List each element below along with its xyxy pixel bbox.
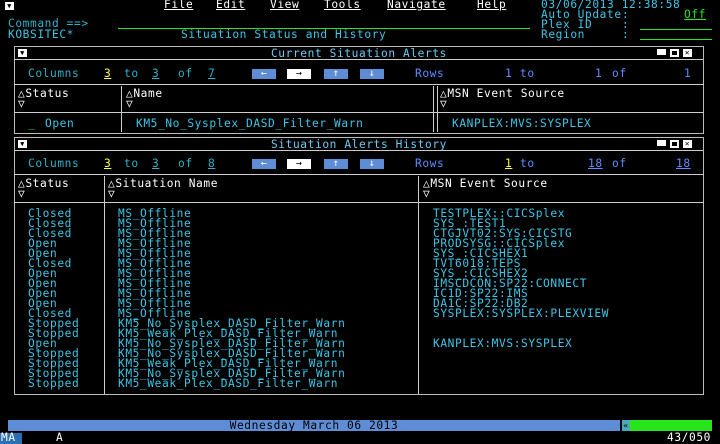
rows-label: Rows bbox=[415, 67, 445, 80]
history-header-situation-name[interactable]: △Situation Name bbox=[108, 178, 218, 189]
close-icon[interactable]: ✕ bbox=[683, 49, 692, 57]
indicator-icon: « bbox=[622, 420, 630, 431]
row-select-input[interactable]: _ bbox=[28, 118, 35, 129]
menu-file[interactable]: File bbox=[164, 0, 193, 10]
history-row-situation-name[interactable]: KM5_Weak_Plex_DASD_Filter_Warn bbox=[118, 378, 338, 389]
history-title: Situation Alerts History bbox=[270, 138, 448, 151]
status-bar: Wednesday March 06 2013 bbox=[8, 420, 620, 431]
region-input[interactable] bbox=[640, 39, 712, 40]
history-rows-label: Rows bbox=[415, 157, 445, 170]
current-alerts-title: Current Situation Alerts bbox=[270, 47, 448, 60]
scroll-down-button[interactable]: ↓ bbox=[360, 69, 384, 79]
history-header-status[interactable]: △Status bbox=[18, 178, 69, 189]
history-scroll-right-button[interactable]: → bbox=[287, 159, 311, 169]
menu-view[interactable]: View bbox=[270, 0, 299, 10]
collapse-screen-icon[interactable]: ▼ bbox=[5, 2, 14, 10]
col-to-value: 3 bbox=[152, 67, 160, 80]
header-msn-event-source[interactable]: △MSN Event Source bbox=[440, 88, 565, 99]
history-scroll-up-button[interactable]: ↑ bbox=[324, 159, 348, 169]
maximize-icon[interactable] bbox=[670, 49, 679, 57]
menu-tools[interactable]: Tools bbox=[324, 0, 361, 10]
auto-update-toggle[interactable]: Off bbox=[684, 9, 706, 20]
history-sort-status-icon[interactable]: ▽ bbox=[18, 188, 25, 199]
sort-name-icon[interactable]: ▽ bbox=[126, 98, 133, 109]
col-from-input[interactable]: 3 bbox=[104, 68, 111, 79]
current-header-top-border bbox=[14, 84, 704, 85]
menu-navigate[interactable]: Navigate bbox=[387, 0, 446, 10]
history-col-from-input[interactable]: 3 bbox=[104, 158, 111, 169]
node-name: KOBSITEC* bbox=[8, 28, 75, 41]
sort-status-icon[interactable]: ▽ bbox=[18, 98, 25, 109]
minimize-history-icon[interactable] bbox=[657, 140, 666, 148]
oia-mode: A bbox=[56, 431, 64, 444]
current-row-source: KANPLEX:MVS:SYSPLEX bbox=[452, 117, 592, 130]
history-row-from-input[interactable]: 1 bbox=[505, 158, 512, 169]
col-total-value: 7 bbox=[208, 67, 216, 80]
region-label: Region bbox=[541, 28, 586, 41]
maximize-history-icon[interactable] bbox=[670, 140, 679, 148]
close-history-icon[interactable]: ✕ bbox=[683, 140, 692, 148]
history-columns-label: Columns bbox=[28, 157, 80, 170]
history-sort-name-icon[interactable]: ▽ bbox=[108, 188, 115, 199]
history-row-source: KANPLEX:MVS:SYSPLEX bbox=[433, 337, 573, 350]
status-indicator: « bbox=[622, 420, 712, 431]
sort-source-icon[interactable]: ▽ bbox=[440, 98, 447, 109]
menu-help[interactable]: Help bbox=[477, 0, 506, 10]
scroll-right-button[interactable]: → bbox=[287, 69, 311, 79]
oia-left: MA bbox=[1, 431, 16, 444]
scroll-up-button[interactable]: ↑ bbox=[324, 69, 348, 79]
history-row-source: SYSPLEX:SYSPLEX:PLEXVIEW bbox=[433, 307, 610, 320]
history-titlebar: ▼ Situation Alerts History ✕ bbox=[15, 138, 703, 151]
history-sort-source-icon[interactable]: ▽ bbox=[423, 188, 430, 199]
history-scroll-down-button[interactable]: ↓ bbox=[360, 159, 384, 169]
columns-label: Columns bbox=[28, 67, 80, 80]
minimize-icon[interactable] bbox=[657, 49, 666, 57]
header-status[interactable]: △Status bbox=[18, 88, 69, 99]
history-scroll-left-button[interactable]: ← bbox=[252, 159, 276, 169]
cursor-position: 43/050 bbox=[667, 431, 712, 444]
menu-edit[interactable]: Edit bbox=[216, 0, 245, 10]
screen-title: Situation Status and History bbox=[181, 28, 387, 41]
status-date: Wednesday March 06 2013 bbox=[229, 419, 399, 432]
current-row-status: Open bbox=[45, 117, 75, 130]
history-header-msn-event-source[interactable]: △MSN Event Source bbox=[423, 178, 548, 189]
history-row-status: Stopped bbox=[28, 377, 80, 390]
current-row-name[interactable]: KM5_No_Sysplex_DASD_Filter_Warn bbox=[136, 118, 363, 129]
current-alerts-titlebar: ▼ Current Situation Alerts ✕ bbox=[15, 47, 703, 60]
plex-id-input[interactable] bbox=[640, 29, 712, 30]
scroll-left-button[interactable]: ← bbox=[252, 69, 276, 79]
